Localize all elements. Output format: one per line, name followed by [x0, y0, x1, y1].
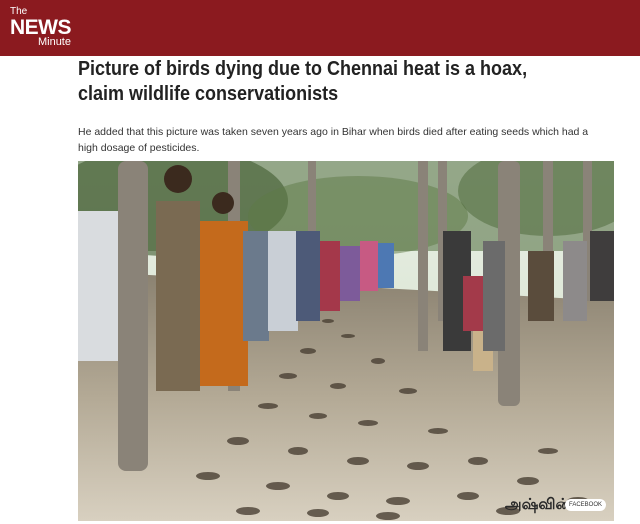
article-headline: Picture of birds dying due to Chennai he…	[78, 58, 528, 105]
photo-watermark: அஷ்வின்	[504, 495, 570, 513]
logo-news: NEWS	[10, 16, 72, 39]
site-header: The NEWS Minute	[0, 0, 640, 56]
source-badge[interactable]: FACEBOOK	[564, 499, 606, 511]
photo-illustration	[78, 161, 614, 521]
article-summary: He added that this picture was taken sev…	[78, 126, 589, 154]
article-photo: அஷ்வின் FACEBOOK	[78, 161, 614, 521]
site-logo[interactable]: The NEWS Minute	[10, 7, 72, 48]
